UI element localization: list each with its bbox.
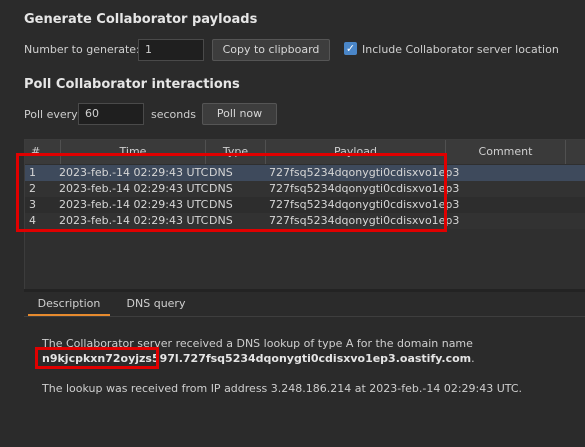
domain-name-line: n9kjcpkxn72oyjzs597l.727fsq5234dqonygti0…: [42, 352, 475, 365]
row-type: DNS: [209, 182, 233, 195]
row-number: 1: [29, 166, 36, 179]
description-line: The Collaborator server received a DNS l…: [42, 337, 473, 350]
table-row[interactable]: 4 2023-feb.-14 02:29:43 UTC DNS 727fsq52…: [25, 213, 585, 229]
detail-tabs: Description DNS query: [24, 292, 585, 317]
row-payload: 727fsq5234dqonygti0cdisxvo1ep3: [269, 182, 460, 195]
column-header-type[interactable]: Type: [206, 140, 266, 164]
table-row[interactable]: 3 2023-feb.-14 02:29:43 UTC DNS 727fsq52…: [25, 197, 585, 213]
seconds-label: seconds: [151, 108, 196, 121]
row-payload: 727fsq5234dqonygti0cdisxvo1ep3: [269, 198, 460, 211]
domain-subdomain-prefix: n9kjcpkxn72oyjzs597l: [42, 352, 179, 365]
column-header-comment[interactable]: Comment: [446, 140, 566, 164]
domain-rest: .727fsq5234dqonygti0cdisxvo1ep3.oastify.…: [178, 352, 472, 365]
tab-description[interactable]: Description: [28, 292, 110, 316]
row-payload: 727fsq5234dqonygti0cdisxvo1ep3: [269, 214, 460, 227]
domain-period: .: [471, 352, 475, 365]
table-header: # Time Type Payload Comment: [25, 140, 585, 164]
interactions-table: # Time Type Payload Comment 1 2023-feb.-…: [24, 139, 585, 290]
copy-to-clipboard-button[interactable]: Copy to clipboard: [212, 39, 330, 61]
row-time: 2023-feb.-14 02:29:43 UTC: [59, 198, 209, 211]
interaction-detail-pane: Description DNS query The Collaborator s…: [24, 292, 585, 447]
column-header-time[interactable]: Time: [61, 140, 206, 164]
poll-interval-input[interactable]: 60: [78, 103, 144, 125]
row-number: 3: [29, 198, 36, 211]
include-server-location-checkbox[interactable]: ✓: [344, 42, 357, 55]
row-number: 4: [29, 214, 36, 227]
row-time: 2023-feb.-14 02:29:43 UTC: [59, 214, 209, 227]
column-header-number[interactable]: #: [25, 140, 61, 164]
lookup-source-line: The lookup was received from IP address …: [42, 382, 523, 395]
number-to-generate-input[interactable]: 1: [138, 39, 204, 61]
poll-section-title: Poll Collaborator interactions: [24, 77, 240, 92]
row-type: DNS: [209, 214, 233, 227]
row-number: 2: [29, 182, 36, 195]
checkmark-icon: ✓: [345, 42, 356, 55]
number-to-generate-label: Number to generate:: [24, 43, 140, 56]
row-type: DNS: [209, 166, 233, 179]
generate-section-title: Generate Collaborator payloads: [24, 12, 258, 27]
poll-now-button[interactable]: Poll now: [202, 103, 277, 125]
column-header-payload[interactable]: Payload: [266, 140, 446, 164]
table-row[interactable]: 2 2023-feb.-14 02:29:43 UTC DNS 727fsq52…: [25, 181, 585, 197]
poll-every-label: Poll every: [24, 108, 78, 121]
row-type: DNS: [209, 198, 233, 211]
table-row[interactable]: 1 2023-feb.-14 02:29:43 UTC DNS 727fsq52…: [25, 165, 585, 181]
row-payload: 727fsq5234dqonygti0cdisxvo1ep3: [269, 166, 460, 179]
column-header-spacer: [566, 140, 585, 164]
include-server-location-label: Include Collaborator server location: [362, 43, 559, 56]
row-time: 2023-feb.-14 02:29:43 UTC: [59, 166, 209, 179]
row-time: 2023-feb.-14 02:29:43 UTC: [59, 182, 209, 195]
tab-dns-query[interactable]: DNS query: [116, 292, 196, 316]
